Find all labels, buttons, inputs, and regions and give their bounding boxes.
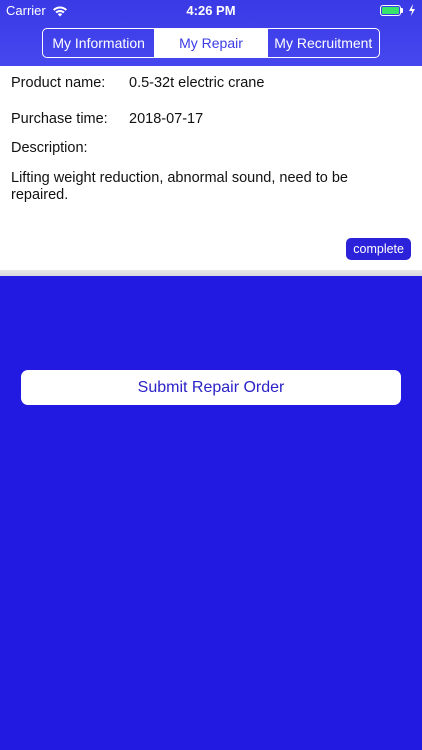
purchase-time-row: Purchase time: 2018-07-17 bbox=[11, 111, 203, 127]
product-name-label: Product name: bbox=[11, 75, 106, 91]
purchase-time-label: Purchase time: bbox=[11, 111, 108, 127]
product-name-value: 0.5-32t electric crane bbox=[129, 75, 265, 91]
navigation-header: Carrier 4:26 PM My Information My Repair… bbox=[0, 0, 422, 66]
battery-indicator bbox=[380, 4, 416, 16]
description-label: Description: bbox=[11, 140, 88, 156]
tab-my-information[interactable]: My Information bbox=[43, 29, 154, 57]
status-bar: Carrier 4:26 PM bbox=[0, 0, 422, 22]
status-time: 4:26 PM bbox=[186, 3, 236, 18]
card-divider bbox=[0, 270, 422, 276]
section-tabs: My Information My Repair My Recruitment bbox=[42, 28, 380, 58]
description-text: Lifting weight reduction, abnormal sound… bbox=[11, 170, 348, 203]
submit-repair-order-button[interactable]: Submit Repair Order bbox=[21, 370, 401, 405]
status-badge: complete bbox=[346, 238, 411, 260]
tab-my-recruitment[interactable]: My Recruitment bbox=[266, 29, 379, 57]
tab-my-repair[interactable]: My Repair bbox=[154, 29, 267, 57]
battery-icon bbox=[380, 4, 404, 16]
purchase-time-value: 2018-07-17 bbox=[129, 111, 204, 127]
repair-order-card[interactable]: Product name: 0.5-32t electric crane Purc… bbox=[0, 66, 422, 270]
product-name-row: Product name: 0.5-32t electric crane bbox=[11, 75, 264, 91]
charging-bolt-icon bbox=[409, 4, 415, 16]
